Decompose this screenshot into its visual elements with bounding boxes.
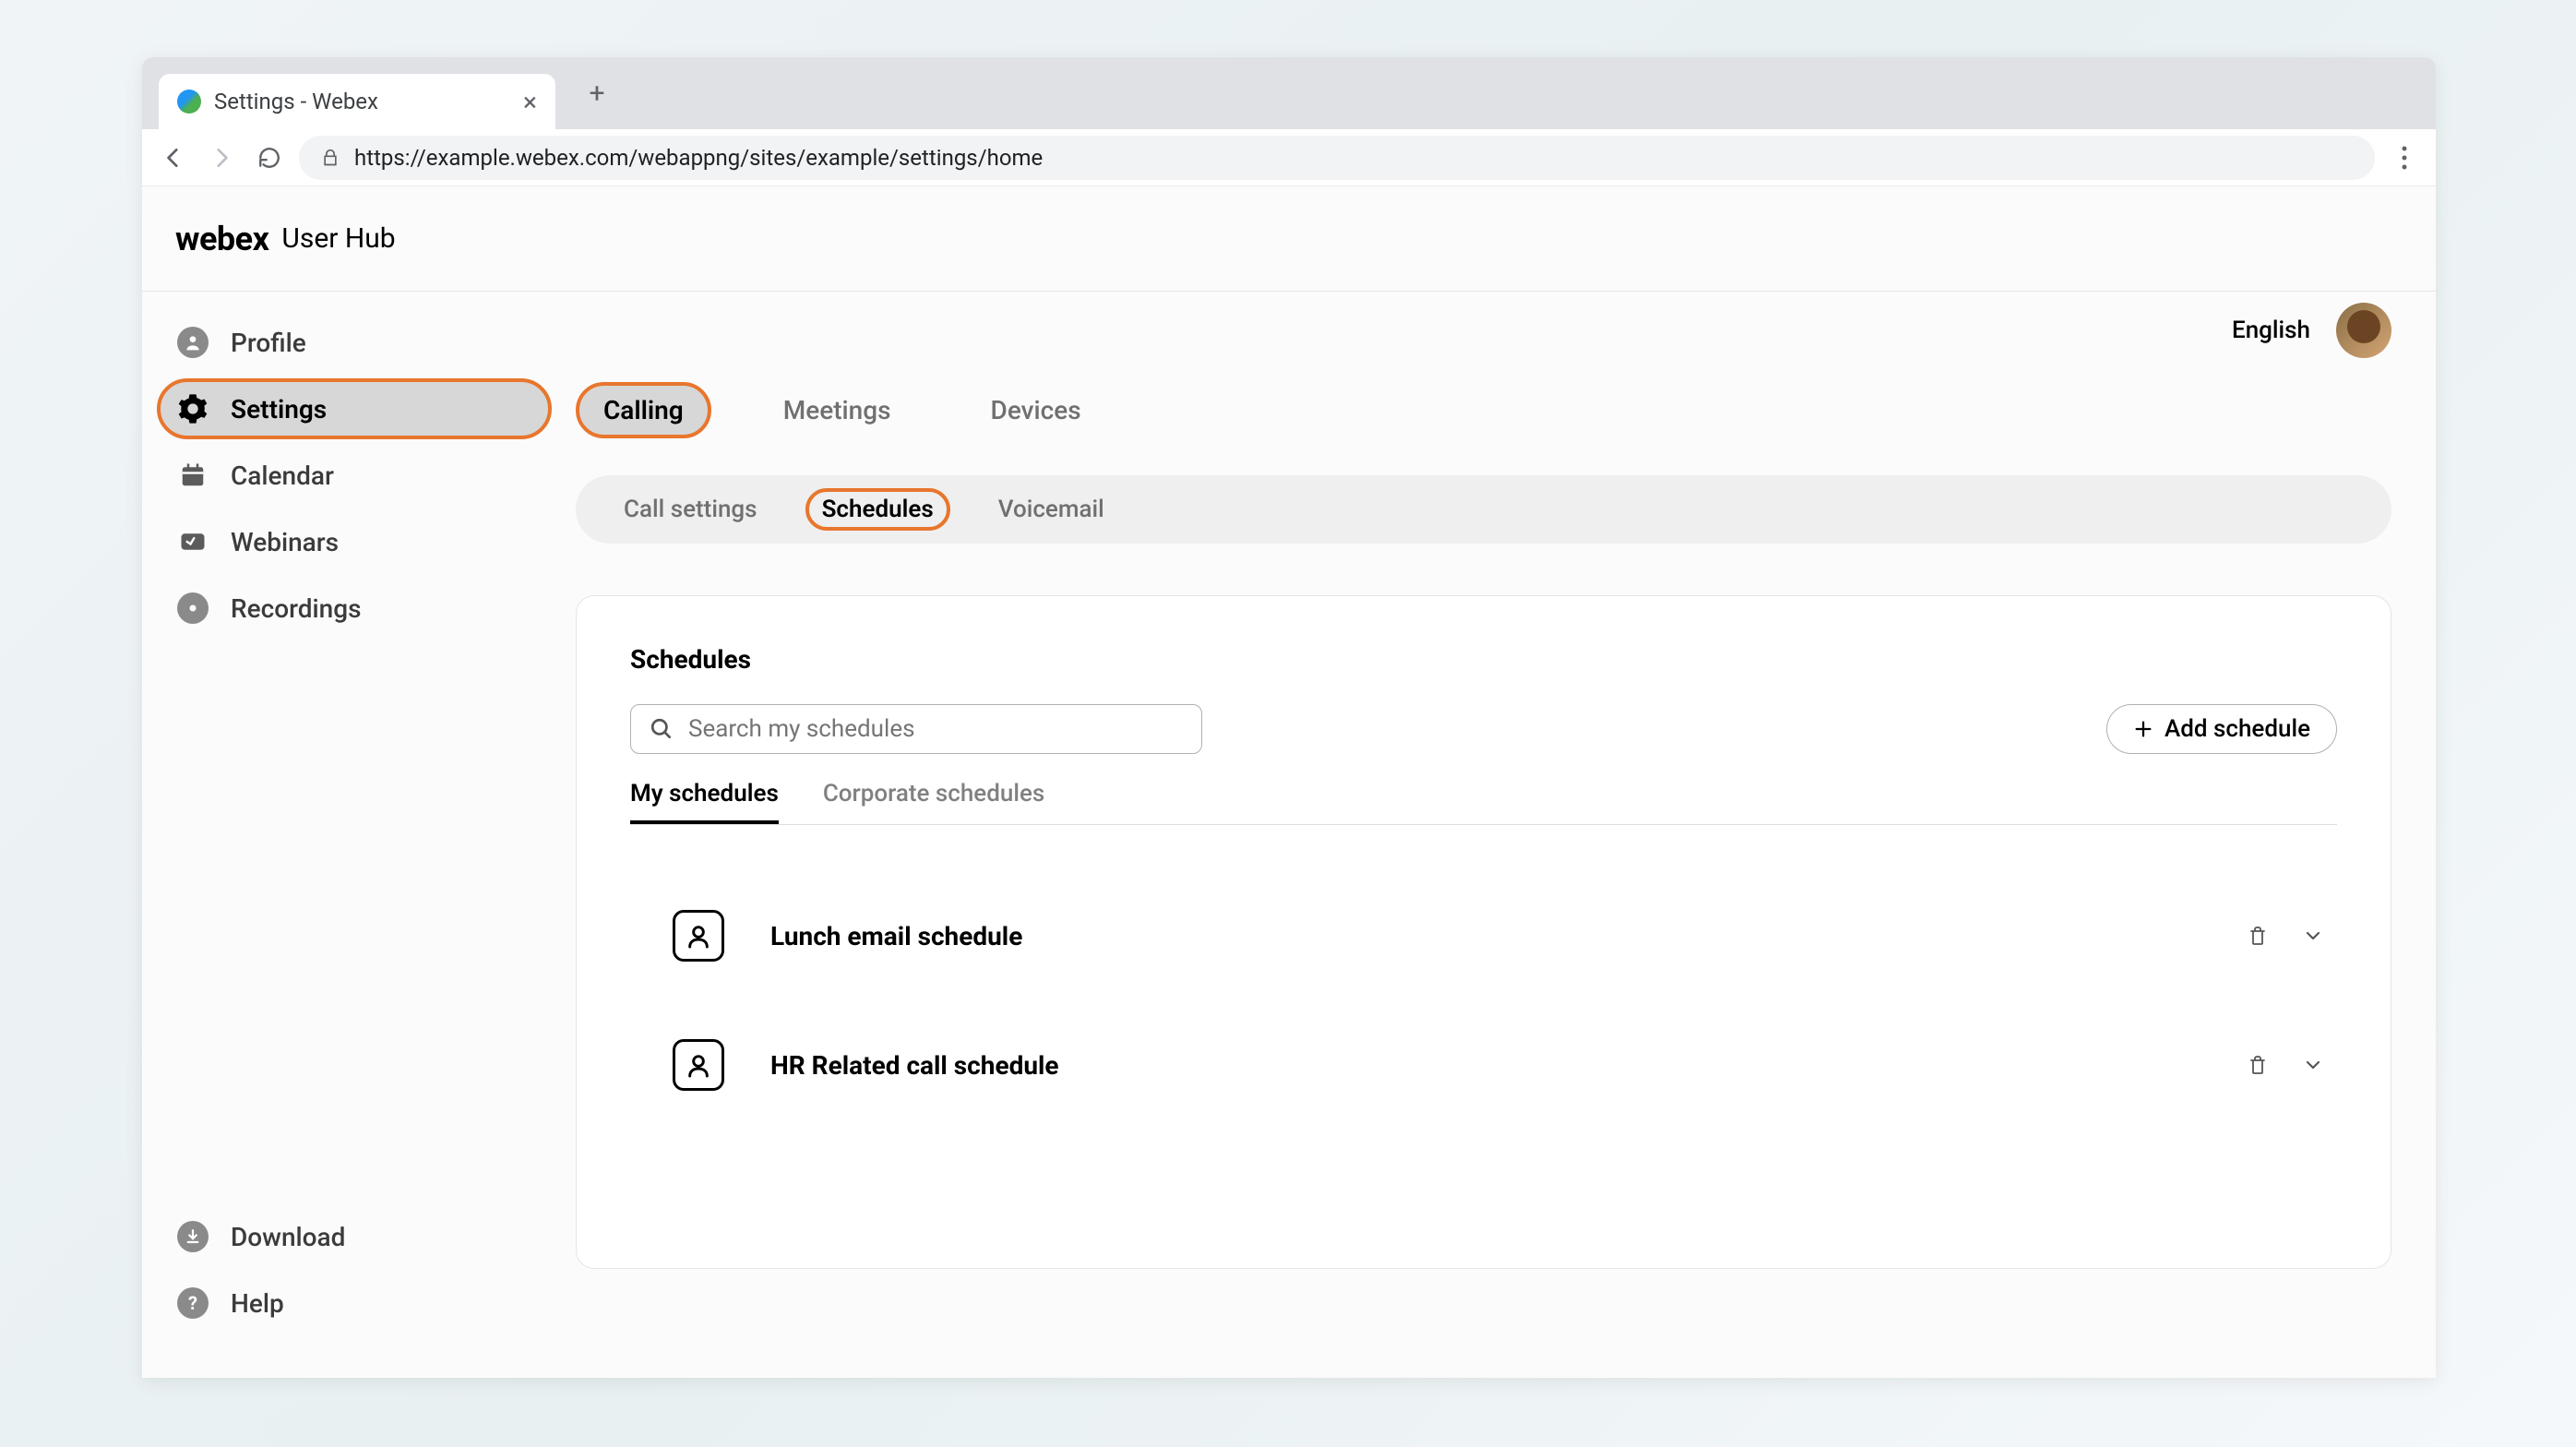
schedule-tabs: My schedules Corporate schedules bbox=[630, 780, 2337, 825]
user-avatar[interactable] bbox=[2336, 303, 2391, 358]
sidebar-bottom: Download ? Help bbox=[157, 1206, 552, 1357]
sidebar-item-label: Recordings bbox=[231, 593, 362, 624]
schedule-tab-corporate[interactable]: Corporate schedules bbox=[823, 780, 1044, 824]
sidebar-item-label: Help bbox=[231, 1288, 284, 1319]
expand-schedule-button[interactable] bbox=[2302, 1054, 2324, 1076]
url-text: https://example.webex.com/webappng/sites… bbox=[354, 145, 1043, 171]
schedule-row[interactable]: Lunch email schedule bbox=[630, 871, 2337, 1000]
back-icon bbox=[161, 146, 185, 170]
sub-tabs-bar: Call settings Schedules Voicemail bbox=[576, 475, 2391, 544]
browser-menu-button[interactable] bbox=[2386, 139, 2423, 176]
reload-icon bbox=[257, 146, 281, 170]
subtab-voicemail[interactable]: Voicemail bbox=[982, 488, 1121, 531]
address-bar[interactable]: https://example.webex.com/webappng/sites… bbox=[299, 136, 2375, 180]
person-icon bbox=[177, 327, 209, 358]
sidebar-item-download[interactable]: Download bbox=[157, 1206, 552, 1267]
chevron-down-icon bbox=[2302, 925, 2324, 947]
sidebar-item-recordings[interactable]: Recordings bbox=[157, 578, 552, 639]
new-tab-button[interactable]: + bbox=[583, 79, 611, 107]
back-button[interactable] bbox=[155, 139, 192, 176]
plus-icon bbox=[2133, 719, 2153, 739]
sidebar-item-label: Settings bbox=[231, 394, 327, 425]
sidebar-item-calendar[interactable]: Calendar bbox=[157, 445, 552, 506]
delete-schedule-button[interactable] bbox=[2247, 925, 2269, 947]
language-selector[interactable]: English bbox=[2232, 317, 2310, 344]
schedule-actions bbox=[2247, 1054, 2324, 1076]
tab-title: Settings - Webex bbox=[214, 89, 510, 114]
tab-devices[interactable]: Devices bbox=[963, 382, 1109, 438]
sidebar-item-profile[interactable]: Profile bbox=[157, 312, 552, 373]
header-right: English bbox=[2232, 303, 2391, 358]
close-tab-icon[interactable]: × bbox=[523, 87, 537, 117]
card-title: Schedules bbox=[630, 644, 2337, 675]
url-bar: https://example.webex.com/webappng/sites… bbox=[142, 129, 2436, 186]
sidebar-item-label: Download bbox=[231, 1222, 345, 1252]
add-schedule-button[interactable]: Add schedule bbox=[2106, 704, 2337, 754]
subtab-call-settings[interactable]: Call settings bbox=[607, 488, 774, 531]
tab-calling[interactable]: Calling bbox=[576, 382, 711, 438]
app-body: Profile Settings Calendar bbox=[142, 292, 2436, 1378]
download-icon bbox=[177, 1221, 209, 1252]
record-icon bbox=[177, 592, 209, 624]
sidebar: Profile Settings Calendar bbox=[142, 292, 566, 1378]
search-icon bbox=[650, 717, 674, 741]
tab-meetings[interactable]: Meetings bbox=[756, 382, 919, 438]
brand-subtitle: User Hub bbox=[281, 222, 395, 255]
add-button-label: Add schedule bbox=[2165, 715, 2310, 743]
app-header: webex User Hub bbox=[142, 186, 2436, 292]
trash-icon bbox=[2247, 1054, 2269, 1076]
schedule-name: HR Related call schedule bbox=[770, 1050, 2200, 1081]
reload-button[interactable] bbox=[251, 139, 288, 176]
delete-schedule-button[interactable] bbox=[2247, 1054, 2269, 1076]
forward-button[interactable] bbox=[203, 139, 240, 176]
calendar-icon bbox=[177, 460, 209, 491]
sidebar-item-help[interactable]: ? Help bbox=[157, 1273, 552, 1333]
brand-logo: webex bbox=[175, 220, 268, 258]
subtab-schedules[interactable]: Schedules bbox=[805, 488, 950, 531]
browser-window: Settings - Webex × + https://example.web… bbox=[142, 57, 2436, 1378]
schedule-row[interactable]: HR Related call schedule bbox=[630, 1000, 2337, 1130]
lock-icon bbox=[321, 149, 340, 167]
schedule-list: Lunch email schedule bbox=[630, 871, 2337, 1130]
main-content: English Calling Meetings Devices Call se… bbox=[566, 292, 2436, 1378]
browser-tab[interactable]: Settings - Webex × bbox=[159, 74, 555, 129]
schedule-person-icon bbox=[673, 910, 724, 962]
schedule-person-icon bbox=[673, 1039, 724, 1091]
trash-icon bbox=[2247, 925, 2269, 947]
sidebar-item-label: Calendar bbox=[231, 460, 334, 491]
webinar-icon bbox=[177, 526, 209, 557]
sidebar-top: Profile Settings Calendar bbox=[157, 312, 552, 1206]
help-icon: ? bbox=[177, 1287, 209, 1319]
app-root: webex User Hub Profile Sett bbox=[142, 186, 2436, 1378]
schedule-name: Lunch email schedule bbox=[770, 921, 2200, 951]
sidebar-item-label: Webinars bbox=[231, 527, 339, 557]
primary-tabs: Calling Meetings Devices bbox=[576, 382, 2391, 438]
search-box[interactable] bbox=[630, 704, 1202, 754]
webex-favicon-icon bbox=[177, 90, 201, 114]
sidebar-item-settings[interactable]: Settings bbox=[157, 378, 552, 439]
search-row: Add schedule bbox=[630, 704, 2337, 754]
expand-schedule-button[interactable] bbox=[2302, 925, 2324, 947]
sidebar-item-label: Profile bbox=[231, 328, 306, 358]
schedule-tab-my[interactable]: My schedules bbox=[630, 780, 779, 824]
sidebar-item-webinars[interactable]: Webinars bbox=[157, 511, 552, 572]
search-input[interactable] bbox=[688, 715, 1183, 743]
schedule-actions bbox=[2247, 925, 2324, 947]
schedules-card: Schedules Add schedule My schedules bbox=[576, 595, 2391, 1269]
chevron-down-icon bbox=[2302, 1054, 2324, 1076]
kebab-icon bbox=[2402, 146, 2407, 170]
forward-icon bbox=[209, 146, 233, 170]
gear-icon bbox=[177, 393, 209, 425]
browser-tab-bar: Settings - Webex × + bbox=[142, 57, 2436, 129]
